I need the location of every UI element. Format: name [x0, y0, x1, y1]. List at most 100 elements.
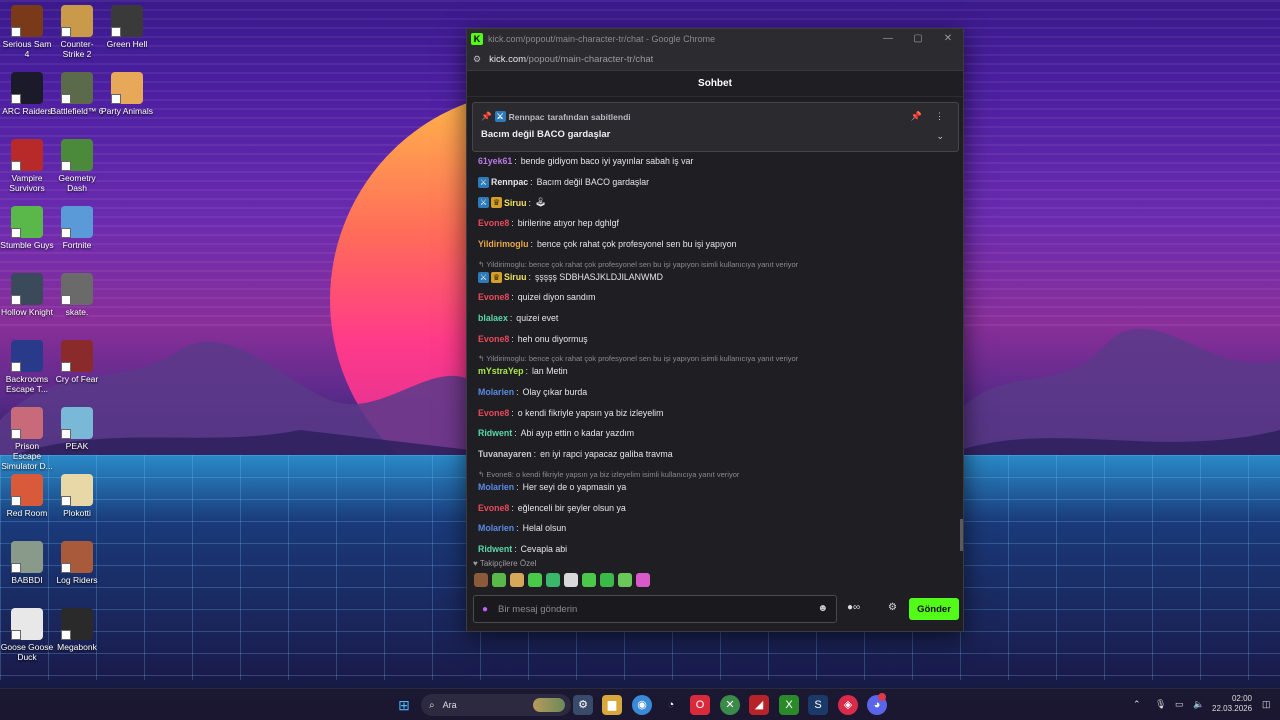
emote-icon[interactable]: [582, 573, 596, 587]
chat-username[interactable]: Siruu: [504, 198, 526, 208]
steam-icon[interactable]: S: [808, 695, 828, 715]
emote-icon[interactable]: [546, 573, 560, 587]
chat-username[interactable]: Yildirimoglu: [478, 239, 529, 249]
desktop-icon[interactable]: Vampire Survivors: [0, 139, 54, 193]
chat-username[interactable]: Evone8: [478, 292, 509, 302]
start-button-icon[interactable]: ⊞: [394, 695, 414, 715]
desktop-icon[interactable]: Red Room: [0, 474, 54, 518]
chat-message[interactable]: Molarien: Helal olsun: [478, 523, 566, 533]
settings-app-icon[interactable]: ⚙: [573, 695, 593, 715]
clock[interactable]: 02:00 22.03.2026: [1212, 694, 1252, 714]
desktop-icon[interactable]: Cry of Fear: [50, 340, 104, 384]
desktop-icon[interactable]: skate.: [50, 273, 104, 317]
chat-message[interactable]: ⚔ ♛ Siruu: 🕹: [478, 197, 546, 209]
desktop-icon[interactable]: Party Animals: [100, 72, 154, 116]
message-input-box[interactable]: ● ☻: [473, 595, 837, 623]
chat-username[interactable]: Evone8: [478, 334, 509, 344]
chat-message[interactable]: Evone8: quizei diyon sandım: [478, 292, 596, 302]
taskbar-search[interactable]: ⌕ Ara: [421, 694, 571, 716]
emote-icon[interactable]: [528, 573, 542, 587]
desktop-icon[interactable]: Plokotti: [50, 474, 104, 518]
desktop-icon[interactable]: Fortnite: [50, 206, 104, 250]
chat-username[interactable]: Ridwent: [478, 428, 512, 438]
amd-software-icon[interactable]: ◢: [749, 695, 769, 715]
chat-message[interactable]: 61yek61: bende gidiyom baco iyi yayınlar …: [478, 156, 693, 166]
microphone-tray-icon[interactable]: 🎙: [1155, 699, 1166, 710]
chat-message[interactable]: ⚔ Rennpac: Bacım değil BACO gardaşlar: [478, 176, 649, 188]
maximize-button[interactable]: ▢: [903, 29, 933, 49]
desktop-icon[interactable]: Serious Sam 4: [0, 5, 54, 59]
send-button[interactable]: Gönder: [909, 598, 959, 620]
chat-username[interactable]: Ridwent: [478, 544, 512, 554]
chat-settings-icon[interactable]: ⚙: [888, 602, 897, 613]
pinned-by-user[interactable]: Rennpac: [509, 112, 545, 122]
chat-message[interactable]: Evone8: eğlenceli bir şeyler olsun ya: [478, 503, 626, 513]
xbox-app-icon[interactable]: ✕: [720, 695, 740, 715]
chat-message[interactable]: blalaex: quizei evet: [478, 313, 558, 323]
chat-username[interactable]: Rennpac: [491, 177, 528, 187]
desktop-icon[interactable]: Prison Escape Simulator D...: [0, 407, 54, 471]
chat-username[interactable]: Siruu: [504, 272, 526, 282]
volume-icon[interactable]: 🔈: [1193, 699, 1204, 710]
opera-icon[interactable]: O: [690, 695, 710, 715]
chat-message[interactable]: Ridwent: Cevapla abi: [478, 544, 567, 554]
message-input[interactable]: [498, 603, 789, 615]
desktop-icon[interactable]: Battlefield™ 6: [50, 72, 104, 116]
desktop-icon[interactable]: Log Riders: [50, 541, 104, 585]
clock-app-icon[interactable]: ◔: [661, 695, 681, 715]
address-bar[interactable]: ⚙ kick.com/popout/main-character-tr/chat: [467, 49, 963, 71]
emote-icon[interactable]: [600, 573, 614, 587]
file-explorer-icon[interactable]: ▆: [602, 695, 622, 715]
chat-username[interactable]: Evone8: [478, 503, 509, 513]
pinned-message[interactable]: 📌 ⚔ Rennpac tarafından sabitlendi Bacım …: [472, 102, 959, 152]
channel-points-icon[interactable]: ●∞: [847, 602, 860, 613]
emote-icon[interactable]: [636, 573, 650, 587]
chat-username[interactable]: Molarien: [478, 387, 514, 397]
desktop-icon[interactable]: Geometry Dash: [50, 139, 104, 193]
notifications-icon[interactable]: ◫: [1262, 699, 1271, 710]
chat-username[interactable]: Evone8: [478, 218, 509, 228]
title-bar[interactable]: K kick.com/popout/main-character-tr/chat…: [467, 29, 963, 49]
chevron-down-icon[interactable]: ⌄: [936, 131, 944, 142]
emote-icon[interactable]: [618, 573, 632, 587]
more-options-icon[interactable]: ⋮: [935, 111, 944, 122]
chat-message[interactable]: Evone8: heh onu diyormuş: [478, 334, 588, 344]
emoji-icon[interactable]: ☻: [817, 603, 828, 614]
chat-username[interactable]: Tuvanayaren: [478, 449, 532, 459]
chat-message[interactable]: Molarien: Her seyi de o yapmasin ya: [478, 482, 626, 492]
chat-message[interactable]: Molarien: Olay çıkar burda: [478, 387, 587, 397]
chat-username[interactable]: Evone8: [478, 408, 509, 418]
desktop-icon[interactable]: Megabonk: [50, 608, 104, 652]
microphone-icon[interactable]: ●: [482, 604, 488, 615]
emote-icon[interactable]: [510, 573, 524, 587]
emote-icon[interactable]: [474, 573, 488, 587]
scrollbar-thumb[interactable]: [960, 519, 963, 551]
chevron-up-icon[interactable]: ⌃: [1133, 699, 1141, 710]
emote-icon[interactable]: [564, 573, 578, 587]
chat-message[interactable]: ⚔ ♛ Siruu: şşşşş SDBHASJKLDJILANWMD: [478, 271, 663, 283]
chat-username[interactable]: blalaex: [478, 313, 508, 323]
desktop-icon[interactable]: Goose Goose Duck: [0, 608, 54, 662]
chat-message[interactable]: mYstraYep: lan Metin: [478, 366, 568, 376]
game-app-icon[interactable]: ◈: [838, 695, 858, 715]
unpin-icon[interactable]: 📌: [911, 111, 922, 122]
chat-message[interactable]: Ridwent: Abi ayıp ettin o kadar yazdım: [478, 428, 634, 438]
chat-message[interactable]: Yildirimoglu: bence çok rahat çok profesy…: [478, 239, 736, 249]
desktop-icon[interactable]: Backrooms Escape T...: [0, 340, 54, 394]
desktop-icon[interactable]: Stumble Guys: [0, 206, 54, 250]
emote-icon[interactable]: [492, 573, 506, 587]
site-settings-icon[interactable]: ⚙: [473, 54, 481, 65]
network-icon[interactable]: ▭: [1175, 699, 1184, 710]
desktop-icon[interactable]: Counter-Strike 2: [50, 5, 104, 59]
minimize-button[interactable]: —: [873, 29, 903, 49]
chrome-taskbar-icon[interactable]: ◉: [632, 695, 652, 715]
chat-username[interactable]: Molarien: [478, 523, 514, 533]
desktop-icon[interactable]: ARC Raiders: [0, 72, 54, 116]
desktop-icon[interactable]: Hollow Knight: [0, 273, 54, 317]
desktop-icon[interactable]: BABBDI: [0, 541, 54, 585]
chat-message[interactable]: Evone8: birilerine atıyor hep dghlgf: [478, 218, 619, 228]
chat-username[interactable]: mYstraYep: [478, 366, 523, 376]
chat-message[interactable]: Evone8: o kendi fikriyle yapsın ya biz iz…: [478, 408, 663, 418]
chat-username[interactable]: 61yek61: [478, 156, 512, 166]
desktop-icon[interactable]: Green Hell: [100, 5, 154, 49]
